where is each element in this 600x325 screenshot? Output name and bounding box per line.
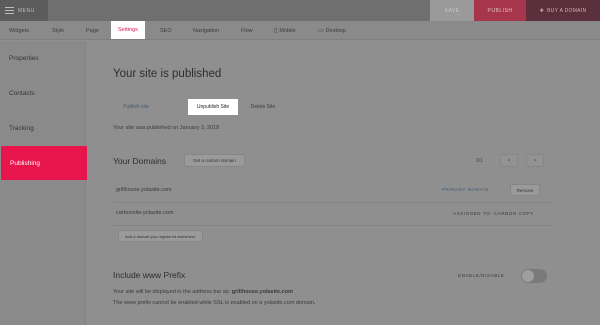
chevron-left-icon: ‹ xyxy=(508,157,510,164)
www-prefix-ssl-note: The www prefix cannot be enabled while S… xyxy=(113,300,316,306)
add-owned-domain-button[interactable]: Add a domain you registered elsewhere xyxy=(118,230,203,242)
mobile-icon: ▯ xyxy=(274,28,278,34)
tab-style[interactable]: Style xyxy=(52,21,64,40)
sidebar-item-publishing[interactable]: Publishing xyxy=(1,146,87,180)
cart-icon: ✚ xyxy=(539,7,545,14)
tab-desktop[interactable]: ▭ Desktop xyxy=(318,21,346,40)
pager-next-button[interactable]: › xyxy=(526,154,544,167)
tab-settings[interactable]: Settings xyxy=(111,21,145,39)
delete-site-button[interactable]: Delete Site xyxy=(243,99,283,115)
domain-row: carbonsite.yolasite.com ASSIGNED TO: CAR… xyxy=(113,204,553,226)
www-prefix-description: Your site will be displayed in the addre… xyxy=(113,289,293,295)
desktop-icon: ▭ xyxy=(318,28,324,34)
page-title: Your site is published xyxy=(113,68,222,80)
tab-flow[interactable]: Flow xyxy=(241,21,253,40)
unpublish-site-button[interactable]: Unpublish Site xyxy=(188,99,238,115)
publish-site-button[interactable]: Publish site xyxy=(116,99,156,115)
tab-mobile[interactable]: ▯ Mobile xyxy=(274,21,296,40)
domain-name: carbonsite.yolasite.com xyxy=(116,210,174,216)
get-custom-domain-button[interactable]: Get a custom domain xyxy=(184,154,245,167)
top-toolbar: MENU SAVE PUBLISH ✚ BUY A DOMAIN xyxy=(0,0,600,21)
published-date-note: Your site was published on January 3, 20… xyxy=(113,125,220,131)
sidebar-item-properties[interactable]: Properties xyxy=(0,41,86,75)
domain-name: grillhouse.yolasite.com xyxy=(116,187,172,193)
tab-page[interactable]: Page xyxy=(86,21,99,40)
hamburger-icon xyxy=(5,7,14,14)
tab-mobile-label: Mobile xyxy=(279,27,296,34)
menu-label: MENU xyxy=(18,7,35,14)
save-button[interactable]: SAVE xyxy=(430,0,474,21)
www-prefix-domain: grillhouse.yolasite.com xyxy=(231,289,293,295)
settings-nav: Widgets Style Page Settings SEO Navigati… xyxy=(0,21,600,40)
sidebar-item-tracking[interactable]: Tracking xyxy=(0,111,86,145)
tab-seo[interactable]: SEO xyxy=(160,21,172,40)
tab-desktop-label: Desktop xyxy=(325,27,346,34)
buy-domain-button[interactable]: ✚ BUY A DOMAIN xyxy=(526,0,600,21)
www-prefix-description-text: Your site will be displayed in the addre… xyxy=(113,289,231,295)
buy-domain-label: BUY A DOMAIN xyxy=(547,7,587,14)
pager-prev-button[interactable]: ‹ xyxy=(500,154,518,167)
www-prefix-heading: Include www Prefix xyxy=(113,270,186,280)
toggle-knob xyxy=(522,270,534,282)
toggle-label: ENABLE/DISABLE xyxy=(458,273,505,278)
primary-domain-link[interactable]: PRIMARY DOMAIN xyxy=(442,187,489,192)
menu-button[interactable]: MENU xyxy=(0,0,48,21)
domain-row: grillhouse.yolasite.com PRIMARY DOMAIN R… xyxy=(113,181,553,203)
publishing-panel: Your site is published Publish site Unpu… xyxy=(87,41,600,325)
sidebar-item-contacts[interactable]: Contacts xyxy=(0,76,86,110)
domains-heading: Your Domains xyxy=(113,156,167,166)
settings-sidebar: Properties Contacts Tracking Publishing xyxy=(0,41,87,325)
tab-navigation[interactable]: Navigation xyxy=(193,21,219,40)
chevron-right-icon: › xyxy=(534,157,536,164)
www-prefix-toggle[interactable] xyxy=(521,269,547,283)
remove-domain-button[interactable]: Remove xyxy=(510,184,540,196)
pager-count: 1/1 xyxy=(476,158,483,164)
domain-assigned-label: ASSIGNED TO: CARBON COPY xyxy=(453,211,534,216)
tab-widgets[interactable]: Widgets xyxy=(9,21,29,40)
publish-button[interactable]: PUBLISH xyxy=(474,0,526,21)
